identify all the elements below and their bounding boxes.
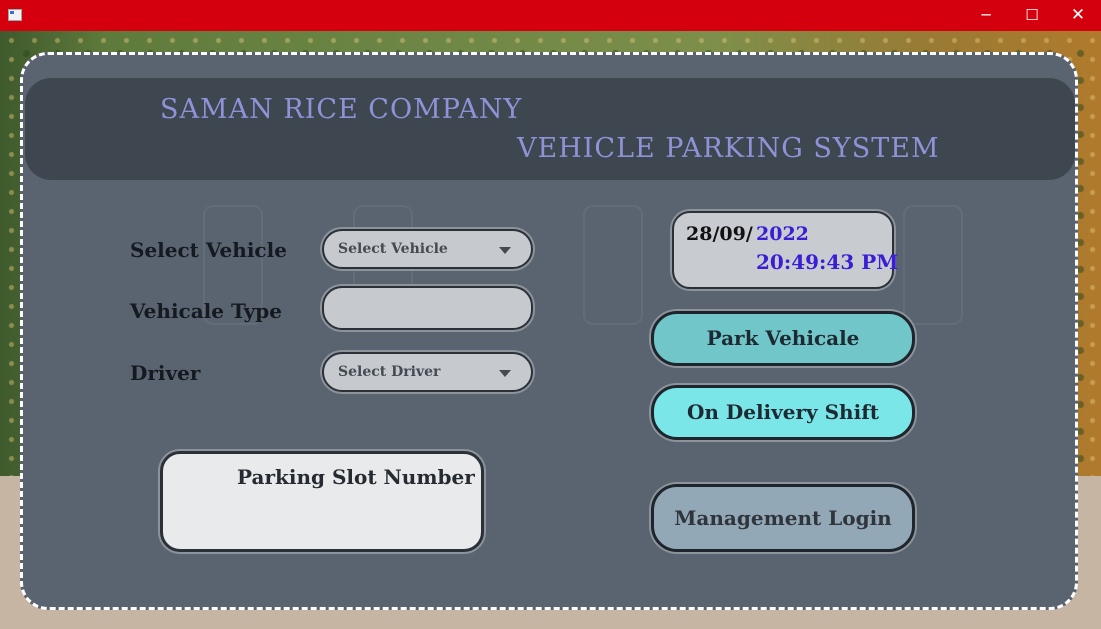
parking-bay-outline: [583, 205, 643, 325]
parking-slot-label: Parking Slot Number: [237, 465, 475, 489]
company-title: SAMAN RICE COMPANY: [160, 94, 523, 125]
maximize-button[interactable]: ☐: [1009, 0, 1055, 31]
chevron-down-icon: [499, 370, 511, 377]
minimize-button[interactable]: ─: [963, 0, 1009, 31]
driver-dropdown[interactable]: Select Driver: [322, 352, 533, 392]
driver-label: Driver: [130, 361, 201, 385]
select-vehicle-label: Select Vehicle: [130, 238, 287, 262]
driver-value: Select Driver: [338, 364, 441, 380]
close-button[interactable]: ✕: [1055, 0, 1101, 31]
parking-bay-outline: [903, 205, 963, 325]
on-delivery-shift-button[interactable]: On Delivery Shift: [651, 385, 915, 440]
system-title: VEHICLE PARKING SYSTEM: [517, 133, 940, 164]
chevron-down-icon: [499, 247, 511, 254]
select-vehicle-dropdown[interactable]: Select Vehicle: [322, 229, 533, 269]
date-day-month: 28/09/: [686, 223, 753, 245]
vehicle-type-field[interactable]: [322, 286, 533, 330]
time-display: 20:49:43 PM: [756, 250, 899, 274]
vehicle-type-label: Vehicale Type: [130, 299, 282, 323]
date-year: 2022: [756, 223, 809, 245]
window-titlebar[interactable]: ─ ☐ ✕: [0, 0, 1101, 31]
park-vehicle-button[interactable]: Park Vehicale: [651, 311, 915, 366]
management-login-button[interactable]: Management Login: [651, 484, 915, 552]
app-window-icon: [8, 9, 22, 21]
select-vehicle-value: Select Vehicle: [338, 241, 448, 257]
